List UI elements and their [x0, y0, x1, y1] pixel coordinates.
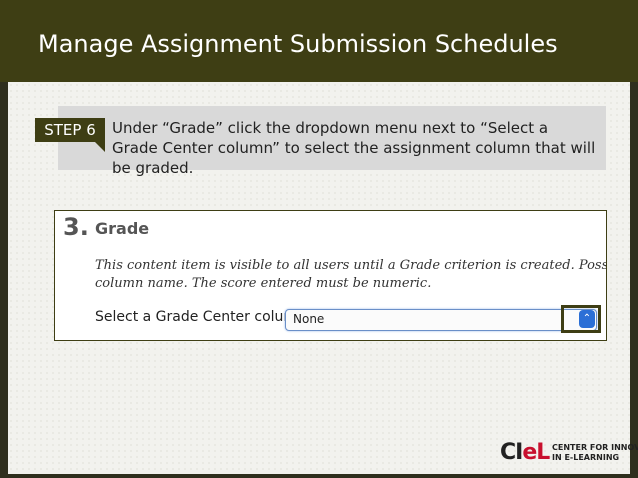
section-title: Grade [95, 219, 150, 238]
section-description: This content item is visible to all user… [95, 257, 607, 293]
ciel-logo: CIeL CENTER FOR INNOVATION IN E-LEARNING [500, 440, 638, 466]
step-badge: STEP 6 [35, 118, 105, 152]
select-value: None [293, 312, 325, 326]
grade-screenshot: 3. Grade This content item is visible to… [54, 210, 607, 341]
slide-title: Manage Assignment Submission Schedules [38, 30, 558, 58]
logo-mark: CIeL [500, 440, 550, 465]
logo-text: CENTER FOR INNOVATION IN E-LEARNING [552, 443, 638, 462]
grade-center-column-label: Select a Grade Center column [95, 309, 306, 325]
description-line-1: This content item is visible to all user… [95, 258, 607, 273]
grade-center-column-select[interactable]: None [285, 309, 597, 331]
section-number: 3. [63, 213, 89, 241]
description-line-2: column name. The score entered must be n… [95, 276, 432, 291]
step-instruction: Under “Grade” click the dropdown menu ne… [112, 119, 596, 177]
dropdown-highlight-box [561, 305, 601, 333]
